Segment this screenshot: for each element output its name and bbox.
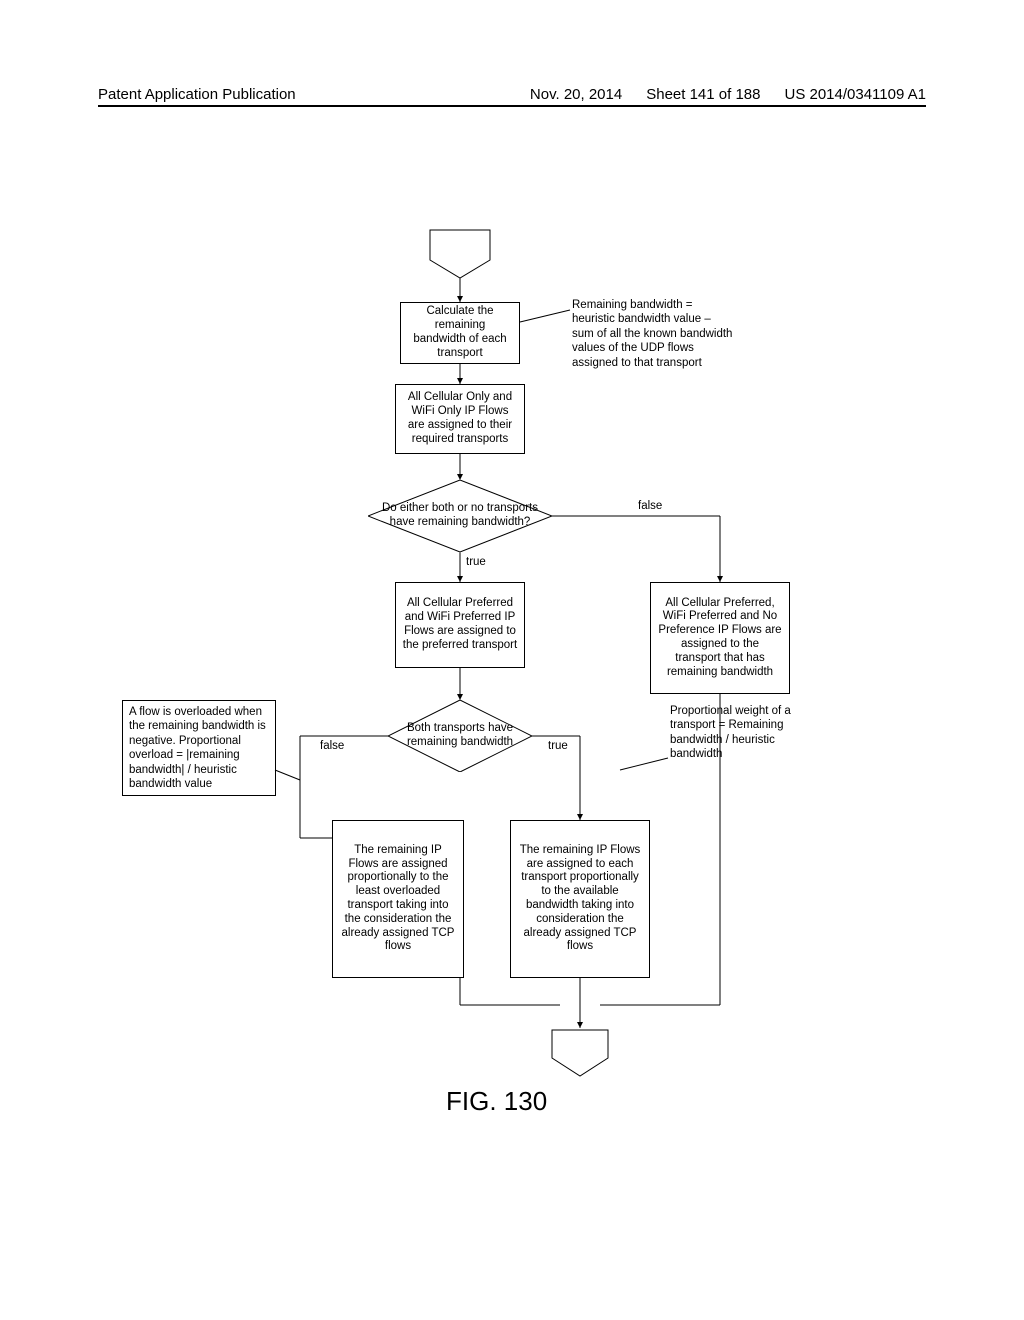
decision2-text: Both transports have remaining bandwidth: [396, 722, 524, 750]
decision-both-have-remaining: Both transports have remaining bandwidth: [388, 700, 532, 772]
process-assign-preferred: All Cellular Preferred and WiFi Preferre…: [395, 582, 525, 668]
process-assign-least-overloaded: The remaining IP Flows are assigned prop…: [332, 820, 464, 978]
edge-label-false-2: false: [320, 740, 344, 752]
decision-both-or-no-remaining: Do either both or no transports have rem…: [368, 480, 552, 552]
header-sheet: Sheet 141 of 188: [646, 86, 760, 103]
annotation-overload: A flow is overloaded when the remaining …: [122, 700, 276, 796]
annotation-prop-weight: Proportional weight of a transport = Rem…: [670, 704, 810, 762]
header-pubno: US 2014/0341109 A1: [784, 86, 926, 103]
process-calc-remaining-bw: Calculate the remaining bandwidth of eac…: [400, 302, 520, 364]
edge-label-true-1: true: [466, 556, 486, 568]
figure-label: FIG. 130: [446, 1086, 547, 1117]
header-left: Patent Application Publication: [98, 86, 296, 103]
process-assign-to-remaining-transport: All Cellular Preferred, WiFi Preferred a…: [650, 582, 790, 694]
process-assign-only-flows: All Cellular Only and WiFi Only IP Flows…: [395, 384, 525, 454]
decision1-text: Do either both or no transports have rem…: [376, 502, 544, 530]
annotation-remaining-bw: Remaining bandwidth = heuristic bandwidt…: [572, 298, 734, 370]
process-assign-proportional-bw: The remaining IP Flows are assigned to e…: [510, 820, 650, 978]
edge-label-false-1: false: [638, 500, 662, 512]
page-header: Patent Application Publication Nov. 20, …: [98, 86, 926, 107]
edge-label-true-2: true: [548, 740, 568, 752]
header-date: Nov. 20, 2014: [530, 86, 622, 103]
